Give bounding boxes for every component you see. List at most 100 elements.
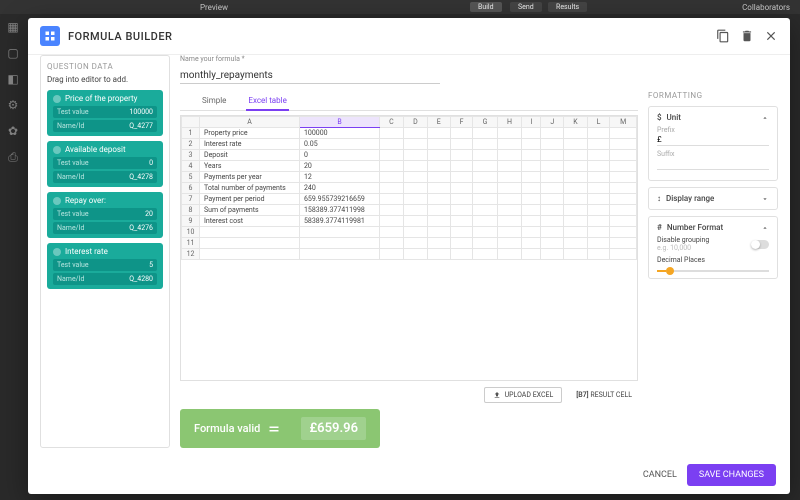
cell[interactable] — [497, 139, 522, 150]
cell[interactable] — [450, 150, 473, 161]
cell[interactable] — [610, 194, 637, 205]
cell[interactable] — [403, 216, 427, 227]
cell[interactable] — [587, 227, 610, 238]
cell[interactable] — [541, 139, 564, 150]
row-header[interactable]: 8 — [182, 205, 200, 216]
row-header[interactable]: 12 — [182, 249, 200, 260]
cell[interactable] — [522, 139, 541, 150]
cell[interactable] — [564, 183, 588, 194]
copy-icon[interactable] — [716, 29, 730, 43]
cell[interactable] — [450, 227, 473, 238]
cell[interactable] — [300, 249, 380, 260]
question-card[interactable]: Interest rate Test value5 Name/IdQ_4280 — [47, 243, 163, 289]
cell[interactable] — [300, 238, 380, 249]
row-header[interactable]: 3 — [182, 150, 200, 161]
cell[interactable] — [564, 194, 588, 205]
cell[interactable] — [610, 183, 637, 194]
cell[interactable] — [522, 161, 541, 172]
cell[interactable] — [522, 150, 541, 161]
row-header[interactable]: 4 — [182, 161, 200, 172]
row-header[interactable]: 11 — [182, 238, 200, 249]
row-header[interactable]: 2 — [182, 139, 200, 150]
cell[interactable]: 58389.3774119981 — [300, 216, 380, 227]
row-header[interactable]: 1 — [182, 128, 200, 139]
column-header[interactable]: C — [380, 117, 404, 128]
cell[interactable] — [450, 194, 473, 205]
cell[interactable] — [200, 238, 300, 249]
row-header[interactable]: 10 — [182, 227, 200, 238]
sidebar-apps-icon[interactable]: ▦ — [5, 20, 21, 36]
column-header[interactable]: J — [541, 117, 564, 128]
cell[interactable] — [380, 216, 404, 227]
cell[interactable] — [497, 172, 522, 183]
cell[interactable] — [473, 183, 497, 194]
cell[interactable] — [541, 150, 564, 161]
cell[interactable] — [564, 227, 588, 238]
cell[interactable] — [427, 205, 450, 216]
cell[interactable] — [473, 161, 497, 172]
cell[interactable] — [587, 128, 610, 139]
cancel-button[interactable]: CANCEL — [643, 470, 677, 480]
cell[interactable] — [564, 161, 588, 172]
cell[interactable] — [522, 238, 541, 249]
cell[interactable] — [541, 183, 564, 194]
cell[interactable]: Deposit — [200, 150, 300, 161]
cell[interactable] — [522, 128, 541, 139]
cell[interactable] — [497, 238, 522, 249]
cell[interactable] — [497, 227, 522, 238]
cell[interactable]: 20 — [300, 161, 380, 172]
cell[interactable] — [610, 150, 637, 161]
cell[interactable] — [427, 227, 450, 238]
cell[interactable] — [473, 227, 497, 238]
cell[interactable] — [541, 194, 564, 205]
cell[interactable] — [497, 216, 522, 227]
cell[interactable]: Payment per period — [200, 194, 300, 205]
cell[interactable] — [497, 249, 522, 260]
sidebar-theme-icon[interactable]: ◧ — [5, 72, 21, 88]
cell[interactable] — [403, 227, 427, 238]
column-header[interactable]: D — [403, 117, 427, 128]
cell[interactable] — [300, 227, 380, 238]
cell[interactable] — [380, 139, 404, 150]
cell[interactable] — [587, 249, 610, 260]
sidebar-settings-icon[interactable]: ⚙ — [5, 98, 21, 114]
cell[interactable] — [587, 172, 610, 183]
cell[interactable] — [610, 227, 637, 238]
question-card[interactable]: Available deposit Test value0 Name/IdQ_4… — [47, 141, 163, 187]
column-header[interactable]: G — [473, 117, 497, 128]
cell[interactable] — [427, 161, 450, 172]
sidebar-print-icon[interactable]: ⎙ — [5, 150, 21, 166]
cell[interactable] — [380, 205, 404, 216]
cell[interactable]: 659.955739216659 — [300, 194, 380, 205]
cell[interactable] — [403, 238, 427, 249]
cell[interactable] — [450, 205, 473, 216]
column-header[interactable]: L — [587, 117, 610, 128]
spreadsheet[interactable]: ABCDEFGHIJKLM 1Property price1000002Inte… — [180, 115, 638, 381]
cell[interactable] — [541, 238, 564, 249]
cell[interactable] — [522, 249, 541, 260]
cell[interactable]: Years — [200, 161, 300, 172]
cell[interactable] — [450, 161, 473, 172]
column-header[interactable]: K — [564, 117, 588, 128]
cell[interactable] — [427, 150, 450, 161]
column-header[interactable]: H — [497, 117, 522, 128]
cell[interactable] — [587, 216, 610, 227]
cell[interactable] — [564, 249, 588, 260]
cell[interactable] — [564, 216, 588, 227]
cell[interactable]: 0 — [300, 150, 380, 161]
cell[interactable] — [427, 216, 450, 227]
cell[interactable] — [610, 172, 637, 183]
cell[interactable] — [522, 172, 541, 183]
cell[interactable] — [427, 128, 450, 139]
cell[interactable] — [200, 227, 300, 238]
cell[interactable]: 240 — [300, 183, 380, 194]
cell[interactable] — [541, 172, 564, 183]
cell[interactable]: 12 — [300, 172, 380, 183]
cell[interactable] — [403, 172, 427, 183]
cell[interactable] — [564, 128, 588, 139]
cell[interactable] — [564, 205, 588, 216]
upload-excel-button[interactable]: UPLOAD EXCEL — [484, 387, 563, 403]
cell[interactable] — [473, 238, 497, 249]
save-changes-button[interactable]: SAVE CHANGES — [687, 464, 776, 486]
cell[interactable]: Total number of payments — [200, 183, 300, 194]
